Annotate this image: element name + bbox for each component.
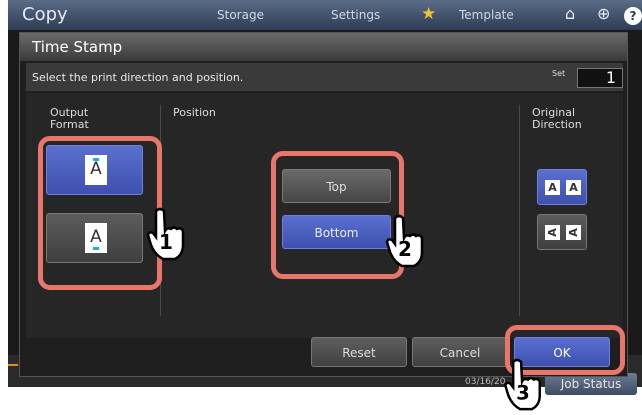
direction-portrait-button[interactable]: A A xyxy=(537,169,587,205)
help-icon[interactable]: ? xyxy=(624,7,642,25)
pointing-hand-icon: 2 xyxy=(385,214,424,268)
column-divider xyxy=(519,105,520,316)
tab-settings[interactable]: Settings xyxy=(331,8,380,22)
original-direction-label: Original Direction xyxy=(532,106,582,131)
instruction-text: Select the print direction and position. xyxy=(32,71,244,84)
dialog-title: Time Stamp xyxy=(20,33,627,61)
alert-indicator xyxy=(8,364,18,366)
cancel-button[interactable]: Cancel xyxy=(412,337,508,367)
tab-template[interactable]: Template xyxy=(459,8,514,22)
direction-landscape-button[interactable]: A A xyxy=(537,214,587,250)
rotated-page-icon: A xyxy=(566,225,581,240)
reset-button[interactable]: Reset xyxy=(311,337,407,367)
callout-number: 3 xyxy=(516,381,530,404)
page-a-icon: A xyxy=(566,180,581,195)
date-readout: 03/16/20 xyxy=(465,377,506,387)
rotated-page-icon: A xyxy=(545,225,560,240)
callout-number: 2 xyxy=(398,237,412,261)
set-count-field[interactable]: 1 xyxy=(577,68,623,88)
highlight-output-format xyxy=(38,136,162,290)
home-icon[interactable]: ⌂ xyxy=(565,4,575,23)
tab-storage[interactable]: Storage xyxy=(217,8,264,22)
pointing-hand-icon: 3 xyxy=(504,358,541,411)
star-icon: ★ xyxy=(421,4,437,24)
position-label: Position xyxy=(173,106,216,119)
globe-icon[interactable]: ⊕ xyxy=(597,4,610,23)
app-title: Copy xyxy=(22,4,68,25)
callout-number: 1 xyxy=(159,230,173,254)
set-label: Set xyxy=(552,69,566,78)
output-format-label: Output Format xyxy=(50,106,89,131)
instruction-bar: Select the print direction and position.… xyxy=(26,63,623,91)
top-navigation-bar: Copy Storage Settings ★ Template ⌂ ⊕ ? xyxy=(8,0,642,30)
pointing-hand-icon: 1 xyxy=(146,207,185,261)
page-a-icon: A xyxy=(545,180,560,195)
